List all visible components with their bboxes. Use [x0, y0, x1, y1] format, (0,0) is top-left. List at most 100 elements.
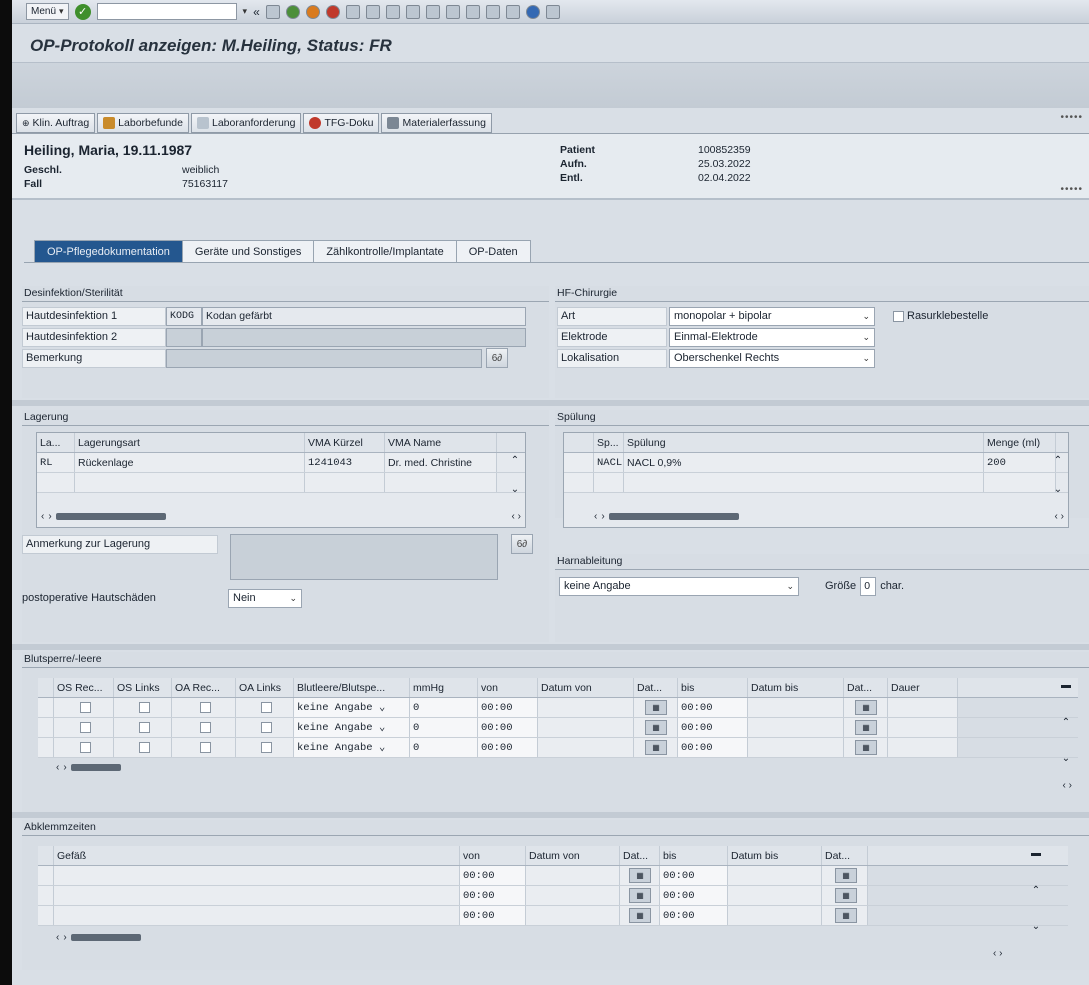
column-header[interactable]: Dauer: [888, 678, 958, 697]
chevron-up-icon[interactable]: ⌃: [1062, 717, 1070, 728]
arrow-right-icon[interactable]: ›: [63, 762, 66, 773]
von-field[interactable]: 00:00: [478, 718, 538, 737]
arrow-right-icon[interactable]: ›: [601, 511, 604, 522]
tab-geraete[interactable]: Geräte und Sonstiges: [181, 240, 315, 262]
bemerkung-field[interactable]: [166, 348, 482, 368]
column-header[interactable]: von: [460, 846, 526, 865]
more-icon[interactable]: •••••: [1060, 112, 1083, 123]
vertical-scrollbar[interactable]: ⌃ ⌄: [507, 455, 523, 495]
oa-rechts-checkbox[interactable]: [199, 722, 211, 733]
column-header[interactable]: VMA Kürzel: [305, 433, 385, 452]
menu-button[interactable]: Menü ▾: [26, 3, 69, 20]
table-row[interactable]: keine Angabe ⌄ 0 00:00 ▦ 00:00 ▦: [38, 718, 1078, 738]
bis-field[interactable]: 00:00: [678, 738, 748, 757]
von-field[interactable]: 00:00: [460, 886, 526, 905]
tab-op-pflegedokumentation[interactable]: OP-Pflegedokumentation: [34, 240, 183, 262]
von-field[interactable]: 00:00: [460, 906, 526, 925]
chevron-down-icon[interactable]: ▾: [243, 6, 248, 17]
blutleere-dropdown[interactable]: keine Angabe ⌄: [294, 718, 410, 737]
groesse-field[interactable]: 0: [860, 576, 877, 596]
column-header[interactable]: bis: [660, 846, 728, 865]
glasses-icon[interactable]: 6∂: [486, 348, 508, 368]
hautschaeden-dropdown[interactable]: Nein ⌄: [228, 588, 302, 608]
desinfektion-1-text[interactable]: Kodan gefärbt: [202, 306, 526, 326]
column-header[interactable]: Dat...: [844, 678, 888, 697]
row-selector[interactable]: [38, 886, 54, 905]
oa-rechts-checkbox[interactable]: [199, 702, 211, 713]
calendar-icon[interactable]: ▦: [835, 908, 857, 923]
exit-icon[interactable]: [305, 4, 320, 19]
von-field[interactable]: 00:00: [478, 698, 538, 717]
arrow-right-icon[interactable]: ›: [63, 932, 66, 943]
arrow-left-icon[interactable]: ‹: [56, 762, 59, 773]
bis-field[interactable]: 00:00: [660, 866, 728, 885]
os-links-checkbox[interactable]: [138, 702, 150, 713]
table-row[interactable]: [37, 473, 525, 493]
desinfektion-1-code[interactable]: KODG: [166, 306, 202, 326]
calendar-icon[interactable]: ▦: [855, 740, 877, 755]
back-green-icon[interactable]: [285, 4, 300, 19]
tfg-doku-button[interactable]: TFG-Doku: [303, 113, 380, 133]
calendar-icon[interactable]: ▦: [645, 700, 667, 715]
datum-bis-field[interactable]: [748, 738, 844, 757]
save-icon[interactable]: [265, 4, 280, 19]
column-header[interactable]: bis: [678, 678, 748, 697]
column-header[interactable]: OS Rec...: [54, 678, 114, 697]
os-rechts-checkbox[interactable]: [79, 722, 91, 733]
row-selector[interactable]: [38, 866, 54, 885]
bis-field[interactable]: 00:00: [660, 906, 728, 925]
chevron-down-icon[interactable]: ⌄: [511, 484, 519, 495]
os-rechts-checkbox[interactable]: [79, 702, 91, 713]
chevron-down-icon[interactable]: ⌄: [1054, 484, 1062, 495]
blutleere-dropdown[interactable]: keine Angabe ⌄: [294, 698, 410, 717]
datum-bis-field[interactable]: [728, 886, 822, 905]
os-rechts-checkbox[interactable]: [79, 742, 91, 753]
desinfektion-2-text[interactable]: [202, 327, 526, 347]
table-row[interactable]: 00:00 ▦ 00:00 ▦: [38, 886, 1068, 906]
row-selector[interactable]: [564, 473, 594, 492]
back-icon[interactable]: «: [253, 5, 260, 19]
glasses-icon[interactable]: 6∂: [511, 534, 533, 554]
oa-rechts-checkbox[interactable]: [199, 742, 211, 753]
table-row[interactable]: 00:00 ▦ 00:00 ▦: [38, 906, 1068, 926]
print-icon[interactable]: [345, 4, 360, 19]
column-header[interactable]: Dat...: [620, 846, 660, 865]
chevron-down-icon[interactable]: ⌄: [1062, 753, 1070, 764]
column-header[interactable]: Sp...: [594, 433, 624, 452]
datum-von-field[interactable]: [538, 738, 634, 757]
datum-von-field[interactable]: [538, 718, 634, 737]
scroll-thumb[interactable]: [70, 763, 121, 771]
scroll-thumb-icon[interactable]: ▬: [1031, 848, 1041, 859]
help-icon[interactable]: [525, 4, 540, 19]
shortcut-icon[interactable]: [505, 4, 520, 19]
vertical-scrollbar[interactable]: ▬ ⌃ ⌄: [1058, 680, 1074, 764]
rasurklebestelle-checkbox[interactable]: [893, 310, 904, 322]
column-header[interactable]: Datum von: [538, 678, 634, 697]
table-row[interactable]: 00:00 ▦ 00:00 ▦: [38, 866, 1068, 886]
mmhg-field[interactable]: 0: [410, 698, 478, 717]
anmerkung-textarea[interactable]: [230, 534, 498, 580]
calendar-icon[interactable]: ▦: [629, 888, 651, 903]
column-header[interactable]: VMA Name: [385, 433, 497, 452]
laboranforderung-button[interactable]: Laboranforderung: [190, 113, 302, 133]
horizontal-scrollbar[interactable]: ‹ › ‹ ›: [594, 509, 1064, 523]
datum-bis-field[interactable]: [748, 698, 844, 717]
column-header[interactable]: OA Links: [236, 678, 294, 697]
datum-bis-field[interactable]: [748, 718, 844, 737]
row-selector[interactable]: [38, 906, 54, 925]
lokalisation-dropdown[interactable]: Oberschenkel Rechts ⌄: [669, 348, 875, 368]
column-header[interactable]: OA Rec...: [172, 678, 236, 697]
new-session-icon[interactable]: [485, 4, 500, 19]
calendar-icon[interactable]: ▦: [629, 868, 651, 883]
datum-von-field[interactable]: [526, 886, 620, 905]
desinfektion-2-code[interactable]: [166, 327, 202, 347]
oa-links-checkbox[interactable]: [260, 702, 272, 713]
von-field[interactable]: 00:00: [478, 738, 538, 757]
table-row[interactable]: keine Angabe ⌄ 0 00:00 ▦ 00:00 ▦: [38, 698, 1078, 718]
calendar-icon[interactable]: ▦: [855, 700, 877, 715]
scroll-thumb[interactable]: [608, 512, 739, 520]
chevron-down-icon[interactable]: ⌄: [1032, 921, 1040, 932]
column-header[interactable]: Blutleere/Blutspe...: [294, 678, 410, 697]
gefaess-field[interactable]: [54, 906, 460, 925]
next-page-icon[interactable]: [445, 4, 460, 19]
